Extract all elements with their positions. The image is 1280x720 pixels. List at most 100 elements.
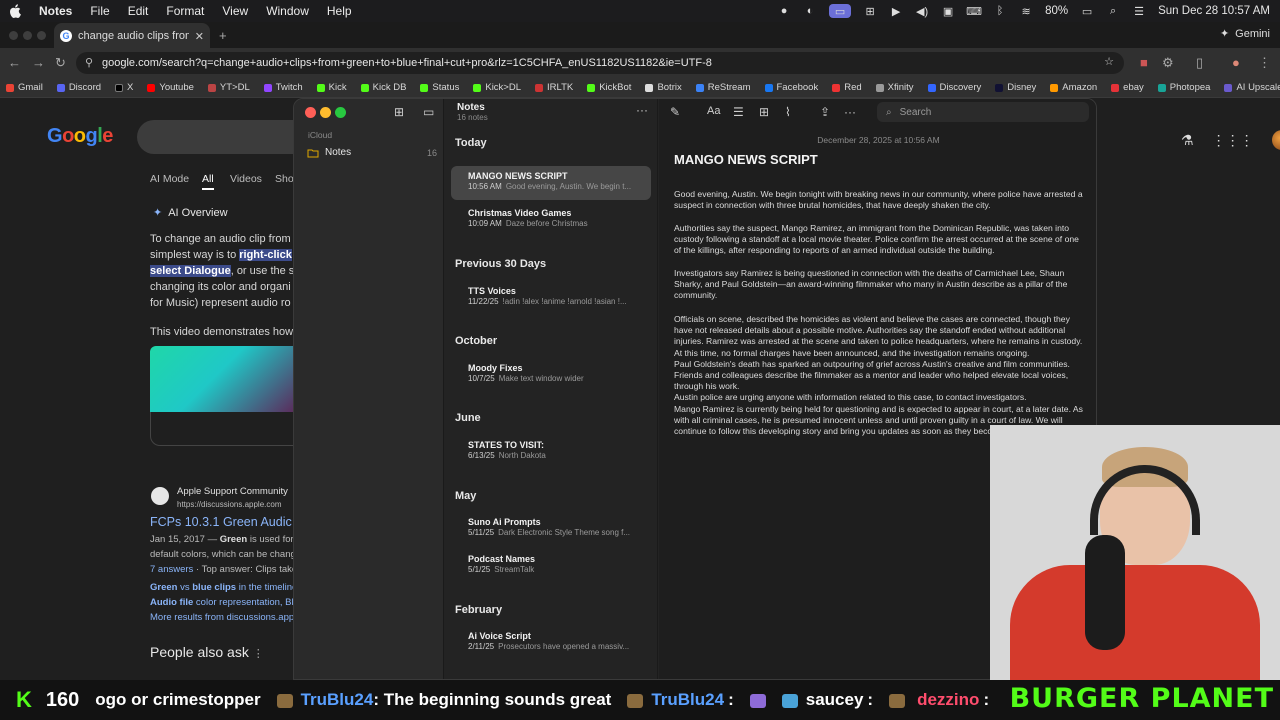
tab-ai-mode[interactable]: AI Mode <box>150 173 189 185</box>
bookmark-status[interactable]: Status <box>420 82 459 93</box>
menu-format[interactable]: Format <box>157 4 213 18</box>
apple-menu-icon[interactable] <box>0 4 30 18</box>
bookmark-youtube[interactable]: Youtube <box>147 82 194 93</box>
extensions-puzzle-icon[interactable]: ⚙ <box>1162 55 1174 71</box>
format-text-icon[interactable]: Aa <box>707 105 720 117</box>
zoom-button[interactable] <box>335 107 346 118</box>
video-thumbnail[interactable] <box>150 346 295 412</box>
screen-share-icon[interactable]: ▭ <box>829 4 852 18</box>
note-item[interactable]: Moody Fixes 10/7/25 Make text window wide… <box>451 358 651 392</box>
menu-window[interactable]: Window <box>257 4 318 18</box>
share-icon[interactable]: ⇪ <box>820 105 830 119</box>
bookmark-facebook[interactable]: Facebook <box>764 82 818 93</box>
note-paragraph[interactable]: Investigators say Ramirez is being quest… <box>674 268 1084 302</box>
sidepanel-icon[interactable]: ▯ <box>1196 55 1203 71</box>
window-minimize-button[interactable] <box>23 31 32 40</box>
result-answers[interactable]: 7 answers · Top answer: Clips take <box>150 564 295 575</box>
window-zoom-button[interactable] <box>37 31 46 40</box>
wifi-icon[interactable]: ≋ <box>1019 5 1033 18</box>
menu-view[interactable]: View <box>213 4 257 18</box>
bookmark-star-icon[interactable]: ☆ <box>1104 55 1114 68</box>
table-icon[interactable]: ⊞ <box>759 105 769 119</box>
bookmark-photopea[interactable]: Photopea <box>1157 82 1210 93</box>
note-item[interactable]: Christmas Video Games 10:09 AM Daze befor… <box>451 203 651 237</box>
result-title-link[interactable]: FCPs 10.3.1 Green Audic <box>150 515 295 529</box>
gemini-button[interactable]: ✦ Gemini <box>1220 27 1270 41</box>
bookmark-disney[interactable]: Disney <box>995 82 1036 93</box>
note-item[interactable]: Podcast Names 5/1/25 StreamTalk <box>451 549 651 583</box>
bluetooth-icon[interactable]: ᛒ <box>993 5 1007 17</box>
bookmark-kick-dl[interactable]: Kick>DL <box>473 82 521 93</box>
bookmark-discovery[interactable]: Discovery <box>927 82 981 93</box>
note-paragraph[interactable]: Officials on scene, described the homici… <box>674 314 1084 437</box>
keyboard-icon[interactable]: ⌨ <box>966 5 982 18</box>
new-folder-icon[interactable]: ⊞ <box>394 105 404 119</box>
window-close-button[interactable] <box>9 31 18 40</box>
compose-icon[interactable]: ✎ <box>670 105 680 119</box>
bookmark-red[interactable]: Red <box>832 82 862 93</box>
account-avatar[interactable] <box>1271 130 1280 150</box>
play-icon[interactable]: ▶ <box>889 5 903 18</box>
note-paragraph[interactable]: Good evening, Austin. We begin tonight w… <box>674 189 1084 211</box>
bookmark-ebay[interactable]: ebay <box>1111 82 1144 93</box>
bookmark-irltk[interactable]: IRLTK <box>535 82 573 93</box>
sidebar-toggle-icon[interactable]: ▭ <box>423 105 434 119</box>
profile-avatar[interactable]: ● <box>1232 55 1240 70</box>
sync-icon[interactable]: ◐ <box>803 5 817 17</box>
control-center-icon[interactable]: ☰ <box>1132 5 1146 18</box>
bookmark-x[interactable]: X <box>115 82 133 93</box>
browser-tab[interactable]: G change audio clips from gree ✕ <box>54 23 210 49</box>
grid-status-icon[interactable]: ⊞ <box>863 5 877 18</box>
forward-icon[interactable]: → <box>32 55 45 70</box>
bookmark-kickbot[interactable]: KickBot <box>587 82 631 93</box>
apps-grid-icon[interactable]: ⋮⋮⋮ <box>1212 132 1254 149</box>
labs-flask-icon[interactable]: ⚗ <box>1181 132 1194 149</box>
note-paragraph[interactable]: Authorities say the suspect, Mango Ramir… <box>674 223 1084 257</box>
back-icon[interactable]: ← <box>8 55 21 70</box>
minimize-button[interactable] <box>320 107 331 118</box>
spotlight-icon[interactable]: ⌕ <box>1106 5 1120 17</box>
tab-close-icon[interactable]: ✕ <box>195 30 204 43</box>
google-logo[interactable]: Google <box>47 125 113 148</box>
menu-app-name[interactable]: Notes <box>30 4 81 18</box>
record-status-icon[interactable]: ● <box>777 5 791 17</box>
reload-icon[interactable]: ↻ <box>55 55 66 71</box>
bookmark-ai-upscaler[interactable]: AI Upscaler <box>1224 82 1280 93</box>
attachment-icon[interactable]: ⌇ <box>785 105 791 119</box>
extension-icon[interactable]: ■ <box>1140 55 1148 70</box>
more-results-link[interactable]: More results from discussions.app <box>150 612 295 623</box>
menubar-clock[interactable]: Sun Dec 28 10:57 AM <box>1158 5 1270 17</box>
bookmark-amazon[interactable]: Amazon <box>1050 82 1097 93</box>
bookmark-kick-db[interactable]: Kick DB <box>360 82 406 93</box>
battery-icon[interactable]: ▭ <box>1080 5 1094 18</box>
more-options-icon[interactable]: ⋮ <box>253 648 264 660</box>
address-bar[interactable]: ⚲ google.com/search?q=change+audio+clips… <box>76 52 1124 74</box>
note-item[interactable]: STATES TO VISIT: 6/13/25 North Dakota <box>451 435 651 469</box>
related-link[interactable]: Audio file color representation, Blu <box>150 597 295 608</box>
bookmark-botrix[interactable]: Botrix <box>645 82 682 93</box>
close-button[interactable] <box>305 107 316 118</box>
bookmark-gmail[interactable]: Gmail <box>6 82 43 93</box>
note-item[interactable]: Suno Ai Prompts 5/11/25 Dark Electronic S… <box>451 512 651 546</box>
note-item[interactable]: MANGO NEWS SCRIPT 10:56 AM Good evening, … <box>451 166 651 200</box>
volume-icon[interactable]: ◀) <box>915 5 929 18</box>
bookmark-discord[interactable]: Discord <box>56 82 101 93</box>
list-more-icon[interactable]: ··· <box>636 103 648 117</box>
bookmark-xfinity[interactable]: Xfinity <box>875 82 914 93</box>
note-item[interactable]: Ai Voice Script 2/11/25 Prosecutors have … <box>451 626 651 660</box>
tab-shopping[interactable]: Sho <box>275 173 294 185</box>
related-link[interactable]: Green vs blue clips in the timeline <box>150 582 295 593</box>
new-tab-icon[interactable]: + <box>219 28 227 43</box>
more-options-icon[interactable]: ··· <box>844 105 856 119</box>
tab-all[interactable]: All <box>202 173 214 185</box>
bookmark-kick[interactable]: Kick <box>316 82 347 93</box>
tab-videos[interactable]: Videos <box>230 173 262 185</box>
menu-edit[interactable]: Edit <box>119 4 158 18</box>
bookmark-twitch[interactable]: Twitch <box>263 82 303 93</box>
menu-help[interactable]: Help <box>318 4 361 18</box>
bookmark-restream[interactable]: ReStream <box>695 82 751 93</box>
note-title[interactable]: MANGO NEWS SCRIPT <box>674 152 818 167</box>
site-info-icon[interactable]: ⚲ <box>85 56 93 69</box>
notes-search-field[interactable]: ⌕ Search <box>877 102 1089 122</box>
google-search-box[interactable] <box>137 120 307 154</box>
